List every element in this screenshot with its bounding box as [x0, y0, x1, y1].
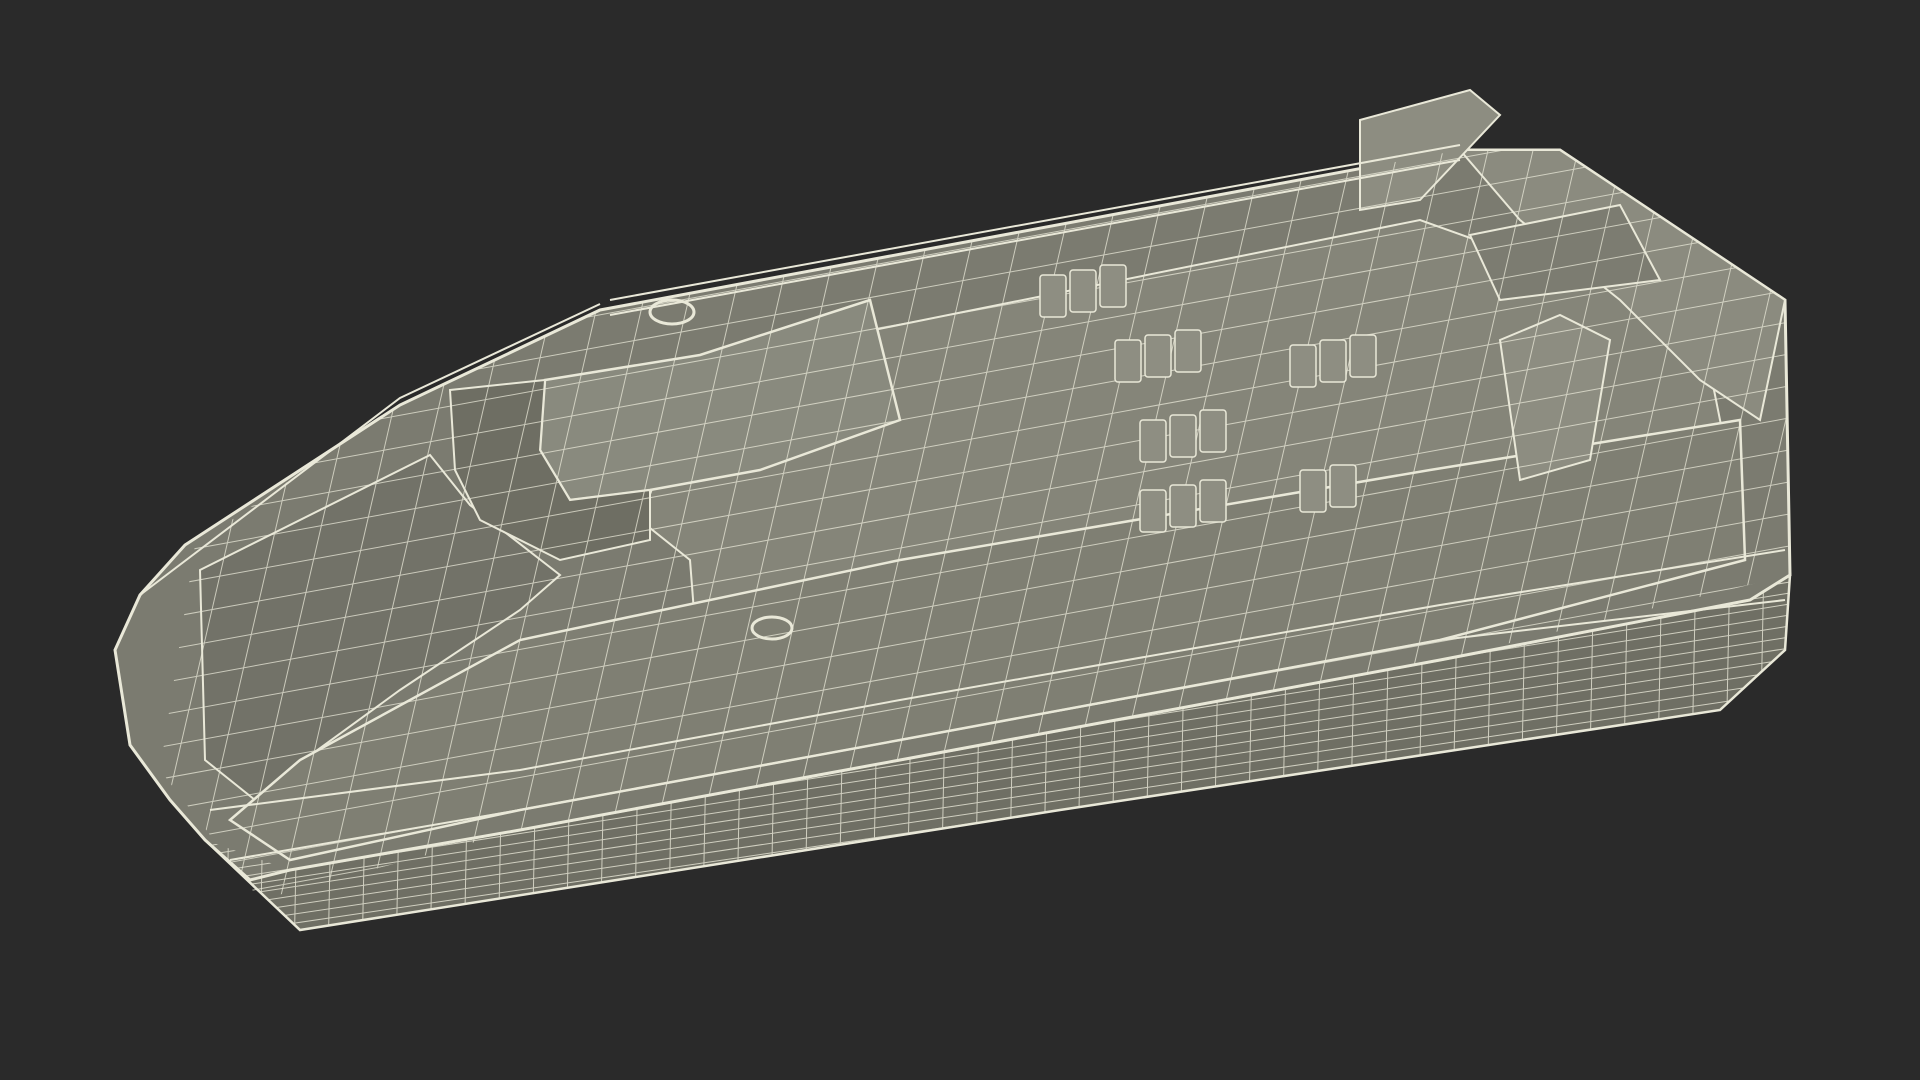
passenger-seat — [1039, 274, 1067, 318]
passenger-seat — [1169, 414, 1197, 458]
passenger-seat — [1069, 269, 1097, 313]
passenger-seat — [1169, 484, 1197, 528]
passenger-seat — [1199, 479, 1227, 523]
passenger-seat — [1199, 409, 1227, 453]
deck-wire — [0, 120, 100, 900]
passenger-seat — [1139, 489, 1167, 533]
viewport — [0, 0, 1920, 1080]
passenger-seat — [1349, 334, 1377, 378]
passenger-seat — [1139, 419, 1167, 463]
deck-wire — [0, 120, 145, 900]
hull-wire — [1789, 575, 1790, 930]
passenger-seat — [1299, 469, 1327, 513]
passenger-seat — [1144, 334, 1172, 378]
passenger-seat — [1329, 464, 1357, 508]
boat-wireframe-render — [0, 88, 1866, 960]
passenger-seat — [1289, 344, 1317, 388]
hull-wire — [1824, 560, 1832, 960]
passenger-seat — [1114, 339, 1142, 383]
hull-wire — [1858, 560, 1866, 960]
passenger-seat — [1099, 264, 1127, 308]
passenger-seat — [1319, 339, 1347, 383]
passenger-seat — [1174, 329, 1202, 373]
